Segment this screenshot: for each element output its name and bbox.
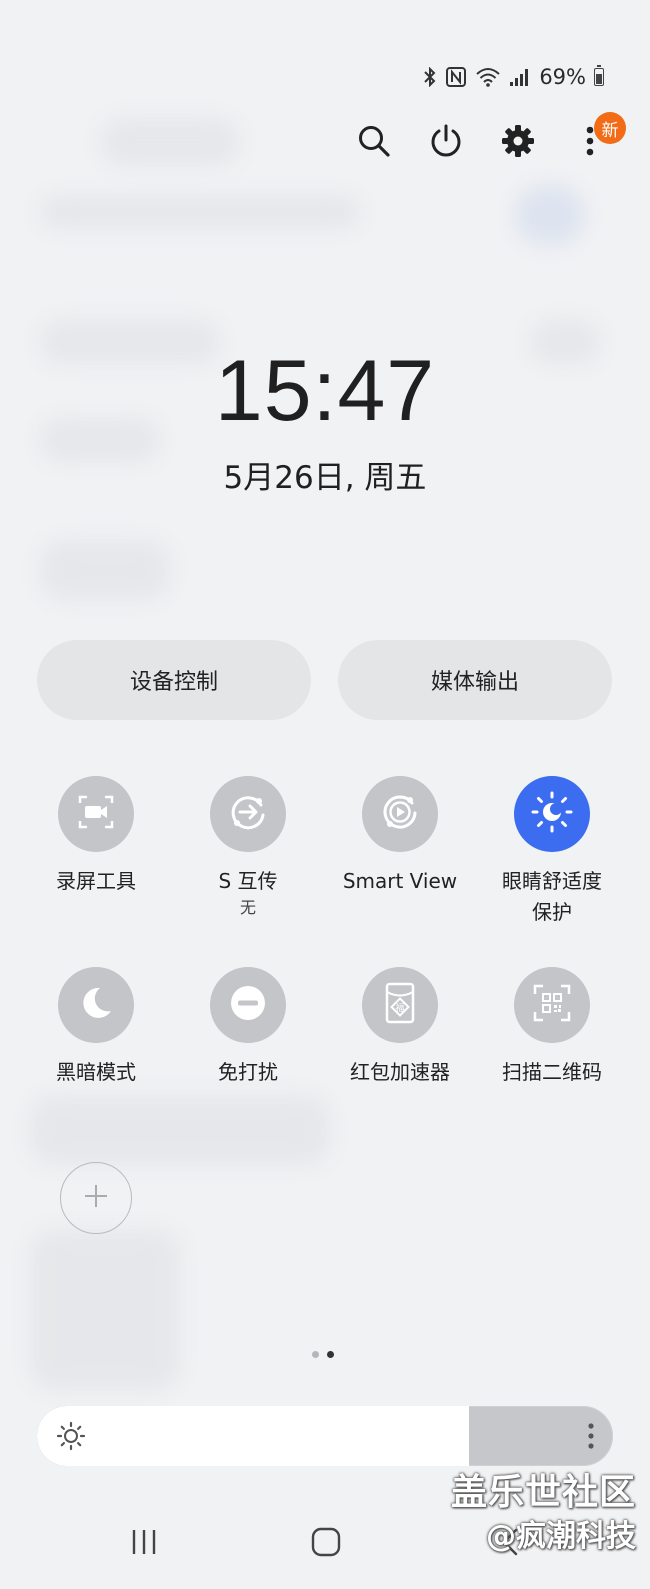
tile-eye-comfort[interactable]: 眼睛舒适度 保护 xyxy=(476,776,628,928)
tile-smart-view[interactable]: Smart View xyxy=(324,776,476,897)
page-dot xyxy=(312,1351,319,1358)
home-button[interactable] xyxy=(311,1527,341,1561)
clock-time: 15:47 xyxy=(214,343,436,439)
more-options-button[interactable]: 新 xyxy=(572,112,626,168)
qr-scan-icon xyxy=(531,982,573,1028)
status-bar: 69% xyxy=(423,62,604,92)
background-blur xyxy=(30,1230,180,1390)
screen-record-icon xyxy=(76,792,116,836)
media-output-button[interactable]: 媒体输出 xyxy=(338,640,612,720)
svg-text:福: 福 xyxy=(395,1002,404,1014)
recent-apps-button[interactable] xyxy=(130,1527,160,1561)
tile-circle xyxy=(210,776,286,852)
wifi-icon xyxy=(475,66,501,88)
tile-quick-share[interactable]: S 互传 无 xyxy=(172,776,324,919)
power-icon xyxy=(429,123,463,163)
background-blur xyxy=(40,195,360,229)
background-blur xyxy=(515,185,585,245)
tile-circle: 福 xyxy=(362,967,438,1043)
background-blur xyxy=(100,118,240,166)
eye-comfort-icon xyxy=(530,790,574,838)
page-indicator xyxy=(312,1351,334,1358)
brightness-more-button[interactable] xyxy=(587,1422,595,1454)
tile-screen-recorder[interactable]: 录屏工具 xyxy=(20,776,172,897)
bluetooth-icon xyxy=(423,67,437,87)
tile-label: 扫描二维码 xyxy=(502,1060,602,1084)
gear-icon xyxy=(501,124,535,162)
background-blur xyxy=(30,1095,330,1165)
tile-label: Smart View xyxy=(342,869,458,893)
tile-circle xyxy=(210,967,286,1043)
watermark-line2: @疯潮科技 xyxy=(486,1519,636,1554)
page-dot xyxy=(327,1351,334,1358)
brightness-slider[interactable] xyxy=(37,1406,613,1466)
tile-label: 眼睛舒适度 保护 xyxy=(502,866,602,928)
tile-qr-scan[interactable]: 扫描二维码 xyxy=(476,967,628,1088)
tile-label: 录屏工具 xyxy=(56,869,136,893)
tile-circle xyxy=(58,967,134,1043)
background-blur xyxy=(40,540,170,600)
battery-text: 69% xyxy=(539,65,586,89)
clock-date: 5月26日, 周五 xyxy=(223,460,427,496)
tile-label: S 互传 xyxy=(218,869,278,893)
moon-icon xyxy=(76,983,116,1027)
battery-icon xyxy=(594,65,604,86)
search-icon xyxy=(357,124,391,162)
tile-circle xyxy=(514,967,590,1043)
tile-label: 黑暗模式 xyxy=(56,1060,136,1084)
tile-label: 红包加速器 xyxy=(350,1060,450,1084)
top-actions: 新 xyxy=(356,112,626,168)
tile-sublabel: 无 xyxy=(239,898,256,917)
new-badge: 新 xyxy=(594,112,626,144)
tile-red-packet[interactable]: 福 红包加速器 xyxy=(324,967,476,1088)
signal-icon xyxy=(509,67,531,87)
tile-circle xyxy=(514,776,590,852)
tile-label: 免打扰 xyxy=(218,1060,278,1084)
tile-circle xyxy=(362,776,438,852)
tile-dark-mode[interactable]: 黑暗模式 xyxy=(20,967,172,1088)
tile-label-line: 保护 xyxy=(532,900,572,924)
do-not-disturb-icon xyxy=(228,983,268,1027)
tile-circle xyxy=(58,776,134,852)
smart-view-icon xyxy=(379,791,421,837)
device-control-button[interactable]: 设备控制 xyxy=(37,640,311,720)
nfc-icon xyxy=(445,66,467,88)
quick-share-icon xyxy=(227,791,269,837)
red-packet-icon: 福 xyxy=(380,981,420,1029)
add-tile-button[interactable] xyxy=(60,1162,132,1234)
watermark-line1: 盖乐世社区 xyxy=(450,1472,636,1513)
plus-icon xyxy=(82,1182,110,1214)
search-button[interactable] xyxy=(356,118,392,168)
brightness-fill xyxy=(37,1406,469,1466)
sun-icon xyxy=(56,1421,86,1455)
settings-button[interactable] xyxy=(500,118,536,168)
tile-do-not-disturb[interactable]: 免打扰 xyxy=(172,967,324,1088)
watermark: 盖乐世社区 @疯潮科技 xyxy=(451,1470,636,1558)
tile-label-line: 眼睛舒适度 xyxy=(502,869,602,893)
power-button[interactable] xyxy=(428,118,464,168)
